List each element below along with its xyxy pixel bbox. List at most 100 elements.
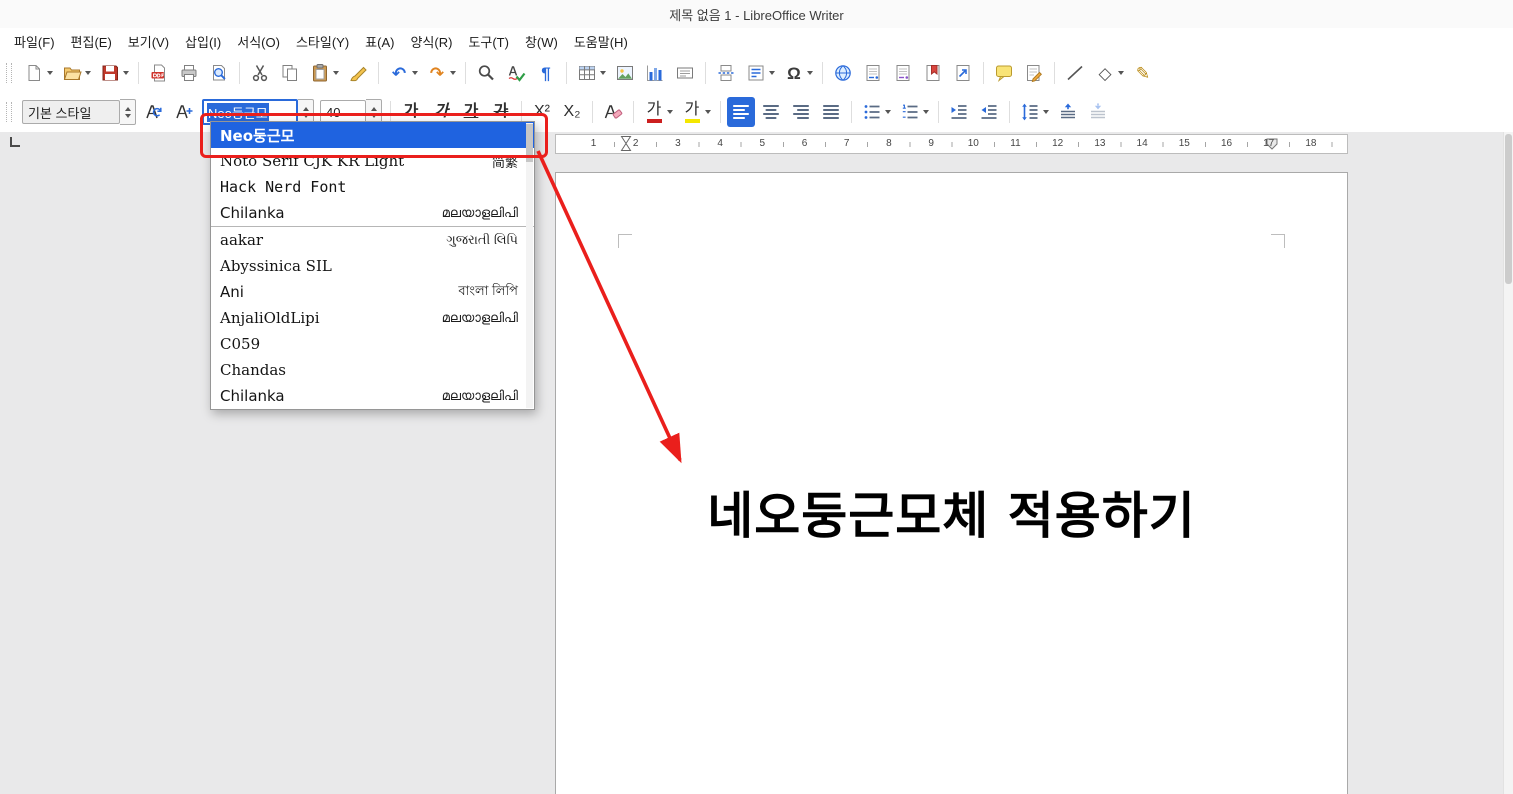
insert-endnote-button[interactable] [889,58,917,88]
font-color-button[interactable]: 가 [640,97,676,127]
chevron-down-icon[interactable] [1118,71,1124,75]
unordered-list-button[interactable] [858,97,894,127]
vertical-scrollbar[interactable] [1503,132,1513,794]
font-option[interactable]: Abyssinica SIL [211,253,534,279]
scrollbar-thumb[interactable] [1505,134,1512,284]
menu-view[interactable]: 보기(V) [120,29,177,54]
font-option[interactable]: AnjaliOldLipiമലയാളലിപി [211,305,534,331]
insert-comment-button[interactable] [990,58,1018,88]
align-justify-button[interactable] [817,97,845,127]
menu-styles[interactable]: 스타일(Y) [288,29,357,54]
copy-button[interactable] [276,58,304,88]
chevron-down-icon[interactable] [123,71,129,75]
new-style-button[interactable] [170,97,198,127]
new-document-button[interactable] [20,58,56,88]
font-option-name: Chandas [220,361,286,379]
dropdown-scrollbar-thumb[interactable] [526,124,533,162]
document-text[interactable]: 네오둥근모체 적용하기 [556,476,1347,548]
print-button[interactable] [175,58,203,88]
clone-formatting-button[interactable] [344,58,372,88]
insert-field-button[interactable] [742,58,778,88]
menu-insert[interactable]: 삽입(I) [177,29,229,54]
paste-button[interactable] [306,58,342,88]
menu-table[interactable]: 표(A) [357,29,402,54]
chevron-down-icon[interactable] [85,71,91,75]
basic-shapes-button[interactable]: ◇ [1091,58,1127,88]
decrease-indent-button[interactable] [975,97,1003,127]
font-option[interactable]: Chilankaമലയാളലിപി [211,200,534,226]
align-center-button[interactable] [757,97,785,127]
show-draw-functions-button[interactable]: ✎ [1129,58,1157,88]
paragraph-style-spinner[interactable] [120,99,136,125]
font-option[interactable]: aakarગુજરાતી લિપિ [211,226,534,253]
chevron-down-icon[interactable] [807,71,813,75]
toolbar-grip[interactable] [6,102,12,122]
insert-special-character-button[interactable]: Ω [780,58,816,88]
insert-hyperlink-button[interactable] [829,58,857,88]
decrease-paragraph-spacing-button[interactable] [1084,97,1112,127]
menu-edit[interactable]: 편집(E) [63,29,120,54]
cut-button[interactable] [246,58,274,88]
insert-page-break-button[interactable] [712,58,740,88]
increase-indent-button[interactable] [945,97,973,127]
toolbar-grip[interactable] [6,63,12,83]
subscript-button[interactable]: X₂ [558,97,586,127]
chevron-down-icon[interactable] [923,110,929,114]
chevron-down-icon[interactable] [1043,110,1049,114]
insert-cross-reference-button[interactable] [949,58,977,88]
font-option[interactable]: Hack Nerd Font [211,174,534,200]
document-page[interactable]: 네오둥근모체 적용하기 [555,172,1348,794]
insert-line-button[interactable] [1061,58,1089,88]
chevron-down-icon[interactable] [450,71,456,75]
find-and-replace-button[interactable] [472,58,500,88]
redo-button[interactable]: ↷ [423,58,459,88]
insert-image-button[interactable] [611,58,639,88]
export-pdf-button[interactable] [145,58,173,88]
font-option[interactable]: Chandas [211,357,534,383]
menu-format[interactable]: 서식(O) [229,29,288,54]
clear-formatting-button[interactable] [599,97,627,127]
font-option[interactable]: Noto Serif CJK KR Light简繁 [211,148,534,174]
menu-form[interactable]: 양식(R) [402,29,460,54]
menu-help[interactable]: 도움말(H) [566,29,636,54]
chevron-down-icon[interactable] [600,71,606,75]
increase-paragraph-spacing-button[interactable] [1054,97,1082,127]
insert-footnote-button[interactable] [859,58,887,88]
font-option[interactable]: Aniবাংলা লিপি [211,279,534,305]
undo-button[interactable]: ↶ [385,58,421,88]
menu-file[interactable]: 파일(F) [6,29,63,54]
insert-text-box-button[interactable] [671,58,699,88]
print-preview-button[interactable] [205,58,233,88]
chevron-down-icon[interactable] [705,110,711,114]
chevron-down-icon[interactable] [333,71,339,75]
paragraph-style-combobox[interactable]: 기본 스타일 [22,99,136,125]
menu-tools[interactable]: 도구(T) [460,29,517,54]
dropdown-scrollbar[interactable] [526,123,533,408]
insert-bookmark-button[interactable] [919,58,947,88]
update-style-button[interactable] [140,97,168,127]
track-changes-button[interactable] [1020,58,1048,88]
paragraph-indent-marker[interactable] [620,135,632,152]
chevron-down-icon[interactable] [885,110,891,114]
horizontal-ruler[interactable]: 123456789101112131415161718 [555,134,1348,154]
font-option[interactable]: Chilankaമലയാളലിപി [211,383,534,409]
paragraph-style-field[interactable]: 기본 스타일 [22,100,120,124]
save-button[interactable] [96,58,132,88]
font-option[interactable]: C059 [211,331,534,357]
align-left-button[interactable] [727,97,755,127]
align-right-button[interactable] [787,97,815,127]
chevron-down-icon[interactable] [47,71,53,75]
font-option[interactable]: Neo둥근모 [211,122,534,148]
chevron-down-icon[interactable] [667,110,673,114]
menu-window[interactable]: 창(W) [517,29,566,54]
open-button[interactable] [58,58,94,88]
chevron-down-icon[interactable] [769,71,775,75]
chevron-down-icon[interactable] [412,71,418,75]
line-spacing-button[interactable] [1016,97,1052,127]
formatting-marks-button[interactable]: ¶ [532,58,560,88]
spelling-button[interactable] [502,58,530,88]
highlight-color-button[interactable]: 가 [678,97,714,127]
insert-table-button[interactable] [573,58,609,88]
insert-chart-button[interactable] [641,58,669,88]
ordered-list-button[interactable] [896,97,932,127]
